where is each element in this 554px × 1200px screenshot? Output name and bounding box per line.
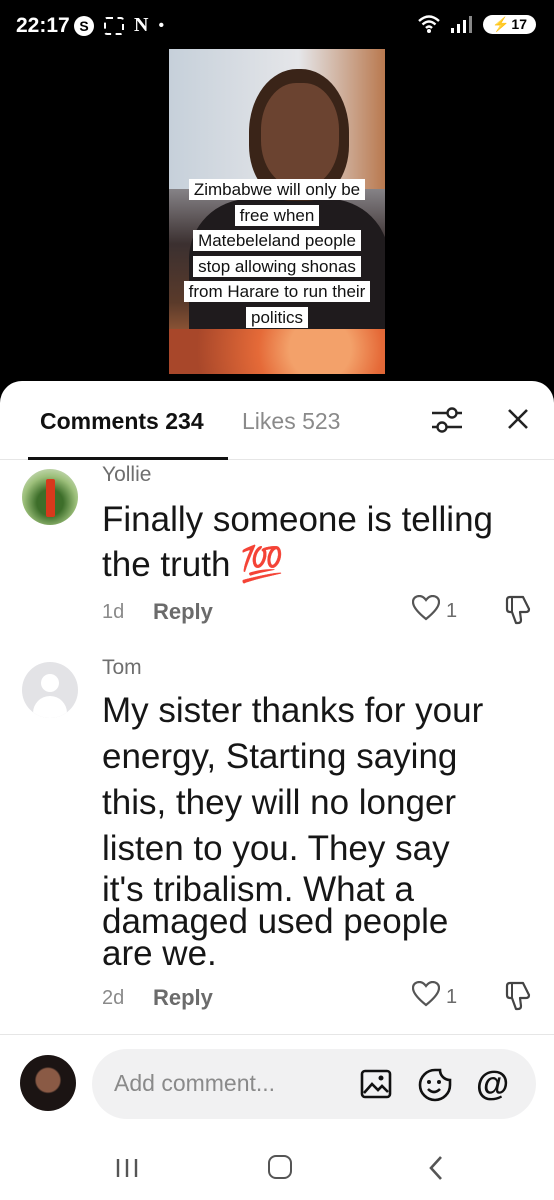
like-count: 1	[446, 599, 458, 622]
home-icon[interactable]	[268, 1155, 292, 1179]
recent-apps-icon[interactable]	[115, 1156, 139, 1185]
battery-bolt-icon: ⚡	[491, 15, 510, 32]
like-count: 1	[446, 985, 458, 1008]
like-button[interactable]: 1	[411, 980, 458, 1013]
caption-line: politics	[246, 306, 308, 328]
clock: 22:17	[16, 14, 70, 37]
tab-comments[interactable]: Comments 234	[40, 408, 204, 435]
current-user-avatar	[20, 1055, 76, 1111]
comment-line: this, they will no longer	[102, 783, 457, 822]
heart-icon	[411, 980, 441, 1013]
caption-line: Zimbabwe will only be	[188, 179, 366, 200]
close-icon[interactable]	[506, 407, 530, 436]
comment-line: are we.	[102, 934, 217, 973]
comment-line: Finally someone is telling	[102, 500, 494, 539]
wifi-icon	[417, 14, 441, 34]
avatar[interactable]	[22, 469, 78, 525]
dislike-icon[interactable]	[504, 595, 532, 630]
screenshot-icon	[104, 16, 124, 35]
comment-line: listen to you. They say	[102, 829, 450, 868]
active-tab-indicator	[28, 457, 228, 460]
reply-button[interactable]: Reply	[153, 599, 213, 625]
caption-line: free when	[234, 204, 320, 226]
comments-sheet: Comments 234 Likes 523 Yollie Finally so…	[0, 381, 554, 1200]
caption-line: Matebeleland people	[193, 230, 361, 251]
comment-placeholder: Add comment...	[114, 1070, 276, 1096]
system-nav-bar	[0, 1140, 554, 1200]
video-caption: Zimbabwe will only be free when Matebele…	[169, 177, 385, 330]
comment-time: 1d	[102, 601, 125, 623]
comment-time: 2d	[102, 987, 125, 1009]
caption-line: from Harare to run their	[183, 281, 371, 302]
caption-line: stop allowing shonas	[193, 255, 361, 277]
comment-username[interactable]: Yollie	[102, 463, 151, 487]
comment-line: the truth 💯	[102, 545, 284, 584]
like-button[interactable]: 1	[411, 594, 458, 627]
mention-icon[interactable]: @	[476, 1065, 509, 1104]
snapchat-notification-icon: S	[74, 15, 94, 36]
more-notifications-dot: •	[158, 16, 165, 34]
comment-text: My sister thanks for your energy, Starti…	[102, 688, 532, 973]
image-icon[interactable]	[360, 1069, 392, 1104]
heart-icon	[411, 594, 441, 627]
status-bar: 22:17 S N • ⚡ 17	[0, 0, 554, 52]
sheet-tabs: Comments 234 Likes 523	[0, 381, 554, 460]
dislike-icon[interactable]	[504, 981, 532, 1016]
reply-button[interactable]: Reply	[153, 985, 213, 1011]
tab-likes[interactable]: Likes 523	[242, 408, 340, 435]
add-comment-input[interactable]: Add comment... @	[92, 1049, 536, 1119]
comment-line: energy, Starting saying	[102, 737, 458, 776]
avatar[interactable]	[22, 662, 78, 718]
signal-strength-icon	[449, 14, 475, 34]
comment-text: Finally someone is telling the truth 💯	[102, 497, 532, 587]
battery-indicator: ⚡ 17	[482, 14, 536, 34]
comment-username[interactable]: Tom	[102, 656, 142, 680]
back-icon[interactable]	[426, 1154, 446, 1187]
video-preview[interactable]: Zimbabwe will only be free when Matebele…	[169, 49, 385, 374]
emoji-icon[interactable]	[418, 1068, 452, 1107]
comment-line: My sister thanks for your	[102, 691, 484, 730]
netflix-notification-icon: N	[134, 14, 149, 36]
filter-icon[interactable]	[430, 405, 464, 440]
